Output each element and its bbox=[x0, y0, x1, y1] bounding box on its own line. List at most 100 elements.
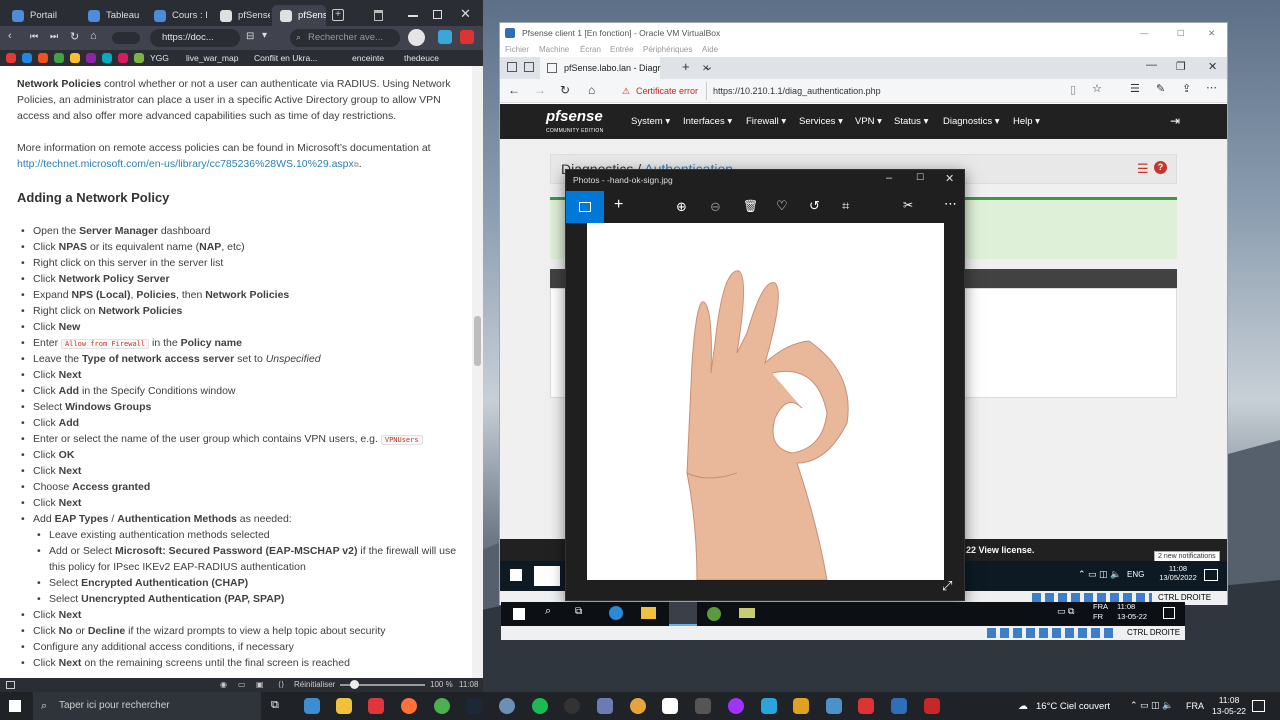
reading-view-icon[interactable]: ▯ bbox=[1070, 83, 1076, 96]
add-icon[interactable]: + bbox=[614, 196, 623, 214]
code-icon[interactable]: ⟨⟩ bbox=[278, 678, 284, 692]
menu-aide[interactable]: Aide bbox=[702, 43, 718, 57]
panel-toggle-icon[interactable] bbox=[6, 681, 15, 689]
firefox-icon[interactable] bbox=[401, 698, 417, 714]
close-icon[interactable]: ✕ bbox=[1208, 23, 1215, 43]
bookmark-icon[interactable] bbox=[6, 53, 16, 63]
menu-firewall[interactable]: Firewall ▾ bbox=[746, 104, 786, 139]
search-input[interactable]: Rechercher ave... bbox=[290, 29, 400, 47]
notion-icon[interactable] bbox=[662, 698, 678, 714]
favorites-hub-icon[interactable]: ☰ bbox=[1130, 82, 1140, 95]
settings-sliders-icon[interactable]: ☰ bbox=[1137, 161, 1149, 177]
virtualbox-icon[interactable] bbox=[891, 698, 907, 714]
host-lang[interactable]: FRA bbox=[1186, 701, 1204, 711]
more-icon[interactable]: ⋯ bbox=[1206, 81, 1217, 94]
zoom-in-icon[interactable]: ⊕ bbox=[676, 199, 687, 215]
capture-icon[interactable]: ◉ bbox=[220, 678, 227, 692]
menu-machine[interactable]: Machine bbox=[539, 43, 569, 57]
minimize-icon[interactable]: – bbox=[886, 172, 892, 184]
weather-text[interactable]: 16°C Ciel couvert bbox=[1036, 701, 1110, 712]
menu-ecran[interactable]: Écran bbox=[580, 43, 601, 57]
edge-icon[interactable] bbox=[609, 606, 623, 620]
close-icon[interactable]: ✕ bbox=[1208, 60, 1217, 73]
scrollbar[interactable] bbox=[472, 66, 483, 678]
footer-text[interactable]: 22 View license. bbox=[966, 539, 1034, 561]
home-icon[interactable]: ⌂ bbox=[588, 83, 595, 97]
reload-icon[interactable]: ↻ bbox=[70, 30, 79, 43]
pfsense-logo[interactable]: pfsense bbox=[546, 108, 603, 125]
logout-icon[interactable]: ⇥ bbox=[1170, 104, 1180, 139]
vm-clock[interactable]: 11:08 13/05/2022 bbox=[1154, 564, 1202, 582]
reload-icon[interactable]: ↻ bbox=[560, 83, 570, 97]
new-tab-button[interactable]: + bbox=[332, 9, 344, 21]
bookmark-icon[interactable] bbox=[134, 53, 144, 63]
crop-icon[interactable]: ⌗ bbox=[842, 198, 849, 214]
bookmark-icon[interactable] bbox=[54, 53, 64, 63]
app-icon[interactable] bbox=[630, 698, 646, 714]
task-view-icon[interactable]: ⧉ bbox=[271, 699, 279, 712]
bookmark-icon[interactable] bbox=[118, 53, 128, 63]
zoom-out-icon[interactable]: ⊖ bbox=[710, 199, 721, 215]
fastforward-icon[interactable]: ⏭ bbox=[50, 31, 58, 42]
task-view-icon[interactable]: ⧉ bbox=[575, 606, 582, 617]
maximize-icon[interactable]: ☐ bbox=[916, 172, 924, 183]
photos-taskbar-icon[interactable] bbox=[826, 698, 842, 714]
app-icon[interactable] bbox=[695, 698, 711, 714]
app-icon[interactable] bbox=[793, 698, 809, 714]
app-icon[interactable] bbox=[304, 698, 320, 714]
forward-icon[interactable]: → bbox=[534, 83, 546, 97]
edge-address-bar[interactable]: https://10.210.1.1/diag_authentication.p… bbox=[706, 82, 1086, 100]
file-explorer-icon[interactable] bbox=[641, 607, 656, 619]
taskbar-search[interactable]: ⌕ Taper ici pour rechercher bbox=[33, 692, 261, 720]
tab-portail[interactable]: Portail bbox=[4, 5, 76, 27]
menu-fichier[interactable]: Fichier bbox=[505, 43, 529, 57]
new-tab-button[interactable]: + bbox=[682, 59, 690, 74]
tray-icons[interactable]: ▭ ⧉ bbox=[1057, 606, 1074, 617]
windows-start-icon[interactable] bbox=[9, 700, 21, 712]
zoom-slider-handle[interactable] bbox=[350, 680, 359, 689]
tab-preview-icon[interactable] bbox=[524, 62, 534, 72]
bookmark-enceinte[interactable]: enceinte bbox=[352, 51, 384, 65]
dropdown-icon[interactable]: ▾ bbox=[262, 30, 267, 41]
more-icon[interactable]: ⋯ bbox=[944, 196, 957, 212]
running-app-icon[interactable] bbox=[669, 602, 697, 626]
bookmark-ygg[interactable]: YGG bbox=[150, 51, 169, 65]
bookmark-thedeuce[interactable]: thedeuce bbox=[404, 51, 439, 65]
steam-icon[interactable] bbox=[466, 698, 482, 714]
photos-view-button[interactable] bbox=[566, 191, 604, 223]
bookmark-icon[interactable] bbox=[102, 53, 112, 63]
edit-tools-icon[interactable]: ✂ bbox=[903, 198, 913, 212]
file-explorer-icon[interactable] bbox=[336, 698, 352, 714]
notification-center-icon[interactable] bbox=[1163, 607, 1175, 619]
network-app-icon[interactable] bbox=[707, 607, 721, 621]
back-icon[interactable]: ← bbox=[508, 83, 520, 97]
menu-diagnostics[interactable]: Diagnostics ▾ bbox=[943, 104, 1000, 139]
messenger-icon[interactable] bbox=[728, 698, 744, 714]
vivaldi-icon[interactable] bbox=[368, 698, 384, 714]
chevron-down-icon[interactable]: ⌄ bbox=[704, 60, 713, 73]
maximize-icon[interactable] bbox=[433, 10, 442, 19]
tab-actions-icon[interactable] bbox=[507, 62, 517, 72]
minimize-icon[interactable] bbox=[408, 15, 418, 17]
reset-zoom-label[interactable]: Réinitialiser bbox=[294, 678, 335, 692]
tray-icons[interactable]: ⌃ ▭ ◫ 🔈 bbox=[1078, 569, 1121, 580]
vm-lang[interactable]: ENG bbox=[1127, 570, 1144, 579]
shield-icon[interactable] bbox=[112, 32, 140, 44]
chrome-icon[interactable] bbox=[434, 698, 450, 714]
windows-start-icon[interactable] bbox=[513, 608, 525, 620]
minimize-icon[interactable]: — bbox=[1140, 23, 1149, 43]
vm-device-icons[interactable] bbox=[987, 628, 1117, 638]
outer-clock[interactable]: 11:08 13-05-22 bbox=[1117, 602, 1147, 622]
favorite-star-icon[interactable]: ☆ bbox=[1092, 82, 1102, 95]
menu-peripheriques[interactable]: Périphériques bbox=[643, 43, 692, 57]
notification-center-icon[interactable] bbox=[1204, 569, 1218, 581]
windows-start-icon[interactable] bbox=[510, 569, 522, 581]
rewind-icon[interactable]: ⏮ bbox=[30, 31, 38, 42]
minimize-icon[interactable]: — bbox=[1146, 59, 1157, 71]
tab-pfsense-v[interactable]: pfSense-V bbox=[212, 5, 270, 27]
app-icon[interactable] bbox=[924, 698, 940, 714]
share-icon[interactable]: ⇪ bbox=[1182, 82, 1191, 95]
rotate-icon[interactable]: ↺ bbox=[809, 198, 820, 214]
delete-icon[interactable]: 🗑 bbox=[743, 199, 758, 213]
search-icon[interactable]: ⌕ bbox=[545, 605, 551, 618]
